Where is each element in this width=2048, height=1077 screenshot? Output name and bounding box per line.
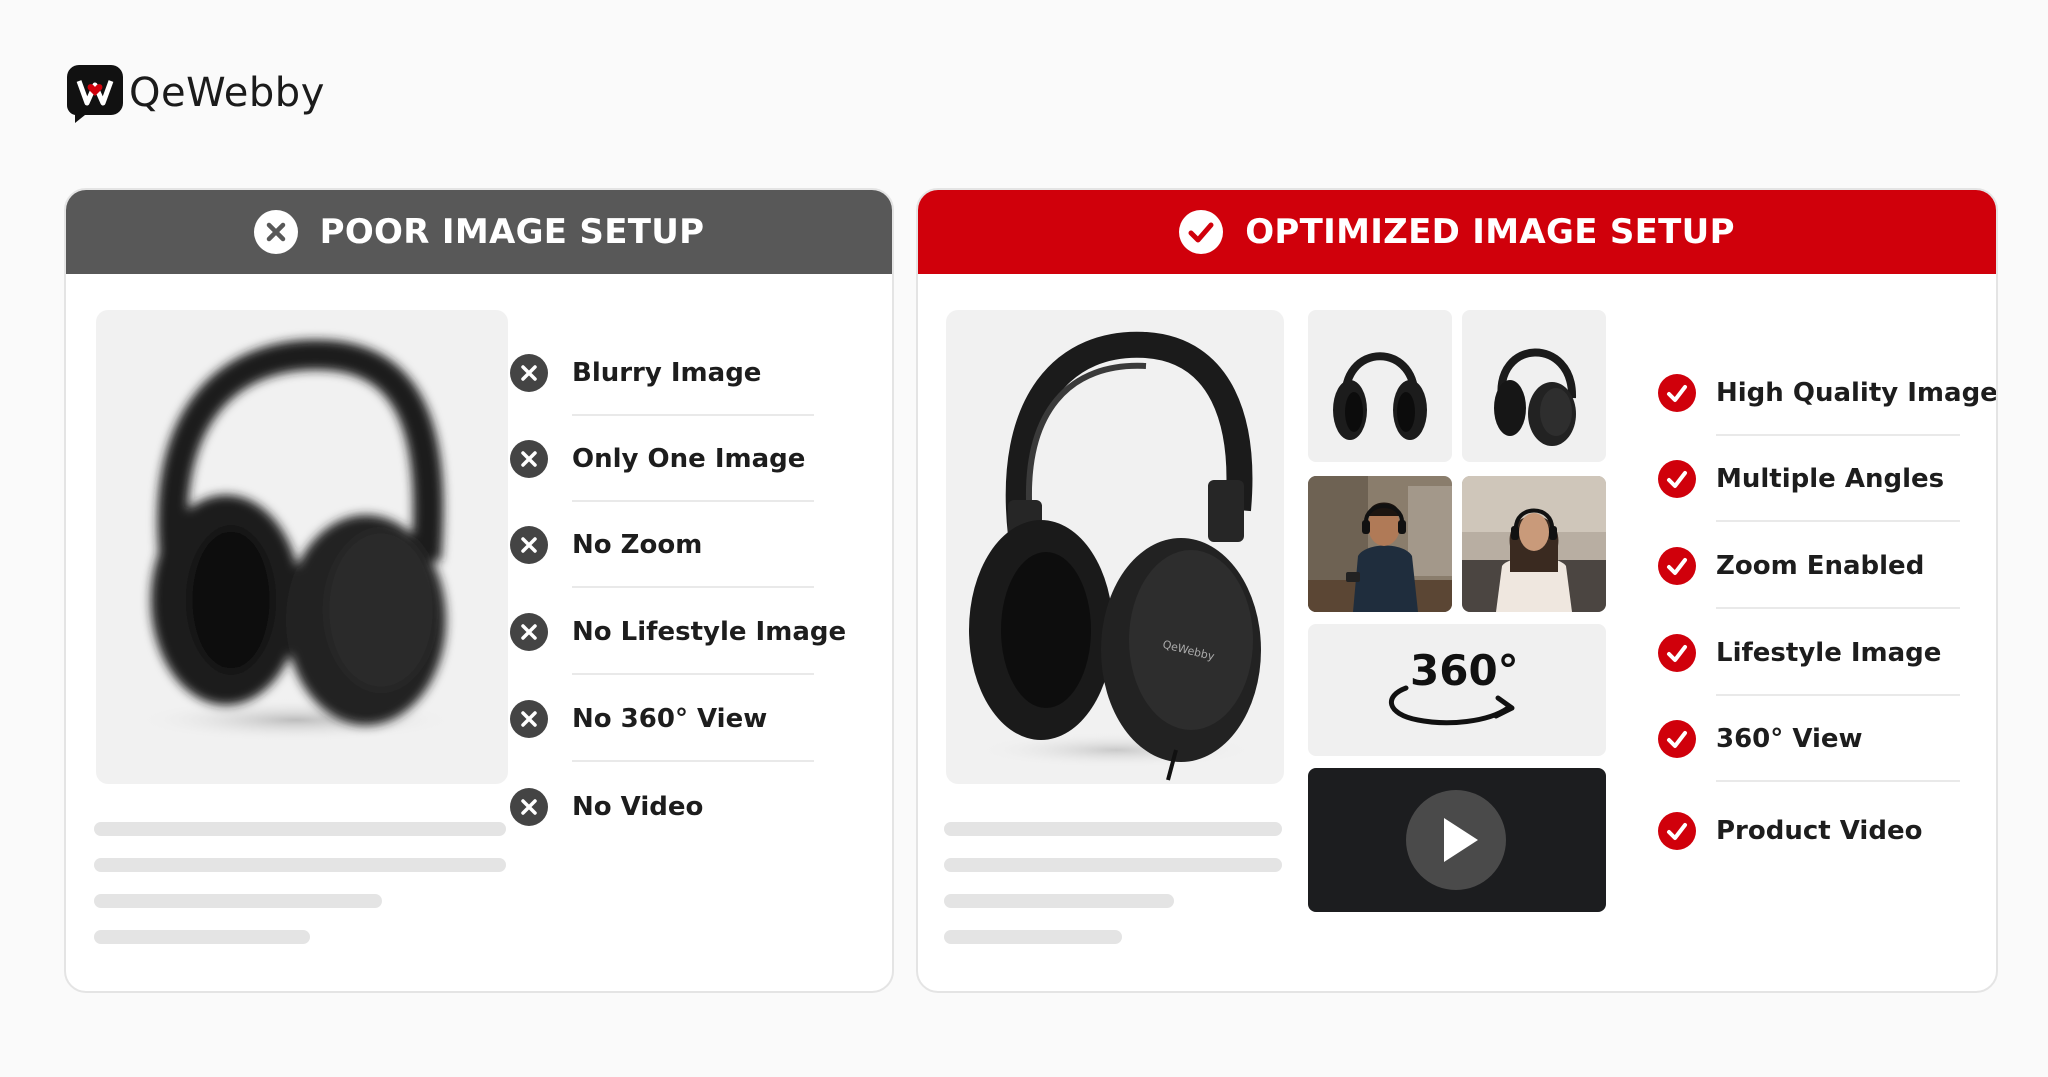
blurry-headphone-image (96, 310, 508, 784)
optimized-image-setup-panel: OPTIMIZED IMAGE SETUP QeWebby 360° High … (916, 188, 1998, 993)
360-view-thumbnail[interactable]: 360° (1308, 624, 1606, 756)
opt-item-label: High Quality Images (1716, 378, 1998, 408)
opt-item-hq-images: High Quality Images (1658, 350, 1996, 436)
poor-features-list: Blurry Image Only One Image No Zoom No L… (510, 330, 890, 850)
divider (572, 500, 814, 502)
poor-item-blurry: Blurry Image (510, 330, 814, 416)
text-placeholder-line (94, 894, 382, 908)
x-circle-icon (510, 613, 548, 651)
lifestyle-thumbnail-woman[interactable] (1462, 476, 1606, 612)
check-circle-icon (1658, 547, 1696, 585)
opt-item-multiple-angles: Multiple Angles (1658, 436, 1960, 522)
heart-logo-icon (65, 63, 125, 123)
divider (1716, 434, 1960, 436)
poor-item-label: Only One Image (572, 444, 806, 474)
divider (572, 673, 814, 675)
opt-item-360: 360° View (1658, 696, 1960, 782)
poor-item-label: No Zoom (572, 530, 703, 560)
poor-panel-header: POOR IMAGE SETUP (66, 190, 892, 274)
poor-item-no-lifestyle: No Lifestyle Image (510, 589, 846, 675)
check-circle-icon (1658, 460, 1696, 498)
x-circle-icon (510, 354, 548, 392)
text-placeholder-line (944, 930, 1122, 944)
check-circle-icon (1658, 634, 1696, 672)
check-circle-icon (1658, 812, 1696, 850)
poor-item-label: No 360° View (572, 704, 768, 734)
check-circle-icon (1179, 210, 1224, 254)
x-circle-icon (510, 788, 548, 826)
check-circle-icon (1658, 720, 1696, 758)
text-placeholder-line (944, 822, 1282, 836)
opt-item-lifestyle: Lifestyle Image (1658, 610, 1960, 696)
poor-item-label: Blurry Image (572, 358, 762, 388)
divider (572, 760, 814, 762)
lifestyle-thumbnail-man[interactable] (1308, 476, 1452, 612)
opt-item-label: Lifestyle Image (1716, 638, 1942, 668)
text-placeholder-line (94, 930, 310, 944)
angle-thumbnail-side[interactable] (1462, 310, 1606, 462)
poor-panel-title: POOR IMAGE SETUP (319, 212, 705, 252)
angle-thumbnail-front[interactable] (1308, 310, 1452, 462)
brand-logo[interactable]: QeWebby (65, 63, 325, 123)
divider (1716, 694, 1960, 696)
optimized-panel-title: OPTIMIZED IMAGE SETUP (1245, 212, 1735, 252)
x-circle-icon (253, 210, 298, 254)
opt-item-label: Zoom Enabled (1716, 551, 1925, 581)
hq-headphone-image[interactable]: QeWebby (946, 310, 1284, 784)
opt-item-video: Product Video (1658, 788, 1922, 874)
poor-item-no-video: No Video (510, 764, 703, 850)
360-label: 360° (1410, 646, 1519, 695)
text-placeholder-line (94, 858, 506, 872)
poor-item-label: No Lifestyle Image (572, 617, 847, 647)
opt-item-label: Product Video (1716, 816, 1923, 846)
text-placeholder-line (944, 858, 1282, 872)
text-placeholder-line (94, 822, 506, 836)
brand-name: QeWebby (129, 70, 325, 116)
divider (1716, 520, 1960, 522)
poor-item-no-360: No 360° View (510, 676, 814, 762)
text-placeholder-line (944, 894, 1174, 908)
poor-item-one-image: Only One Image (510, 416, 814, 502)
divider (1716, 607, 1960, 609)
play-icon[interactable] (1406, 790, 1506, 890)
x-circle-icon (510, 700, 548, 738)
x-circle-icon (510, 526, 548, 564)
poor-item-no-zoom: No Zoom (510, 502, 814, 588)
opt-item-zoom: Zoom Enabled (1658, 523, 1960, 609)
poor-image-setup-panel: POOR IMAGE SETUP Blurry Image Only One I… (64, 188, 894, 993)
check-circle-icon (1658, 374, 1696, 412)
optimized-features-list: High Quality Images Multiple Angles Zoom… (1658, 350, 1996, 870)
divider (572, 586, 814, 588)
product-video-thumbnail[interactable] (1308, 768, 1606, 912)
x-circle-icon (510, 440, 548, 478)
poor-item-label: No Video (572, 792, 704, 822)
opt-item-label: 360° View (1716, 724, 1863, 754)
optimized-panel-header: OPTIMIZED IMAGE SETUP (918, 190, 1996, 274)
divider (1716, 780, 1960, 782)
opt-item-label: Multiple Angles (1716, 464, 1945, 494)
divider (572, 414, 814, 416)
